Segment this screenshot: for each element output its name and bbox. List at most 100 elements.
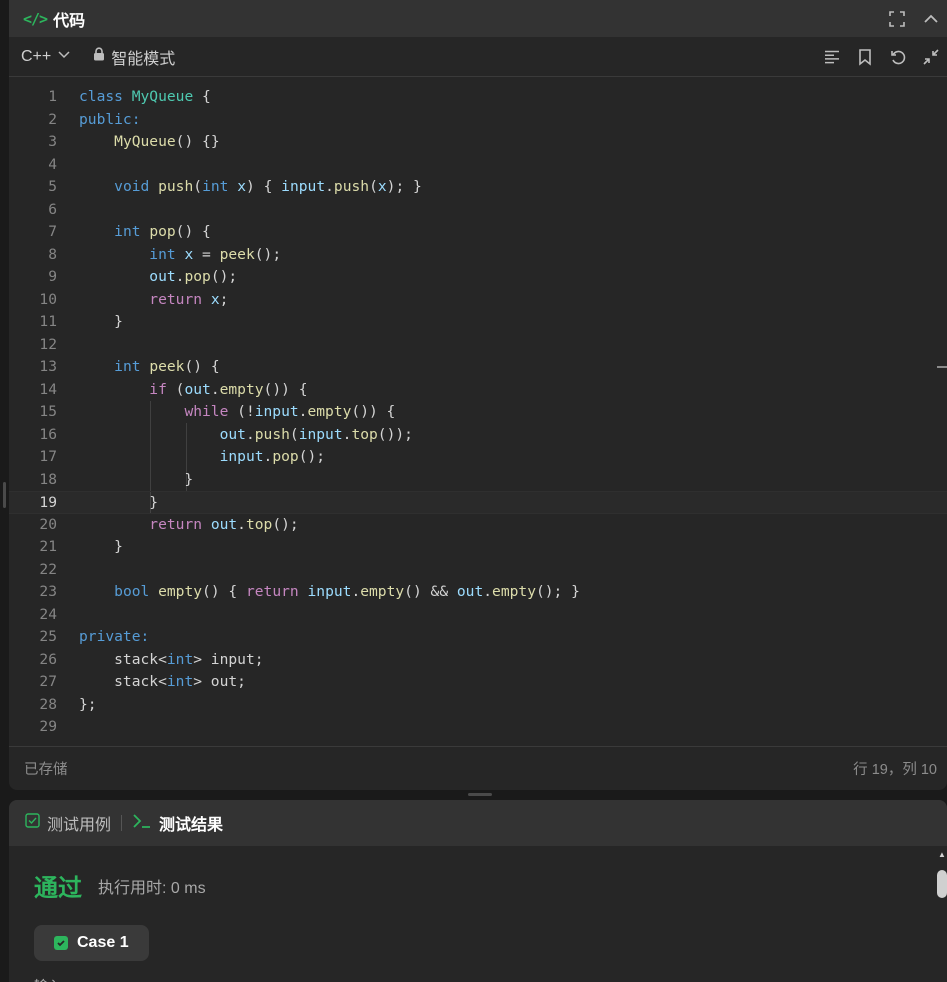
code-line[interactable]: 29 <box>9 716 947 739</box>
tab-test-cases[interactable]: 测试用例 <box>25 811 111 835</box>
mode-indicator[interactable]: 智能模式 <box>93 45 175 69</box>
code-token: push <box>333 178 370 195</box>
fullscreen-icon[interactable] <box>887 9 907 29</box>
code-token: return <box>245 583 299 600</box>
tab-test-results[interactable]: 测试结果 <box>132 811 223 835</box>
code-line[interactable]: 18 } <box>9 469 947 492</box>
code-token: pop <box>184 268 211 285</box>
code-line[interactable]: 28}; <box>9 694 947 717</box>
code-line[interactable]: 22 <box>9 559 947 582</box>
line-number: 4 <box>48 155 57 173</box>
code-token: ( <box>193 178 203 195</box>
code-token: input <box>281 178 326 195</box>
checkbox-icon <box>25 813 40 833</box>
code-line[interactable]: 8 int x = peek(); <box>9 244 947 267</box>
line-number: 14 <box>39 380 57 398</box>
code-line[interactable]: 4 <box>9 154 947 177</box>
code-line[interactable]: 16 out.push(input.top()); <box>9 424 947 447</box>
editor-scrollbar[interactable] <box>937 366 947 368</box>
code-line[interactable]: 24 <box>9 604 947 627</box>
code-token: int <box>166 650 194 668</box>
result-scrollbar[interactable]: ▲ <box>937 850 947 982</box>
code-token: x <box>377 178 387 195</box>
code-line[interactable]: 23 bool empty() { return input.empty() &… <box>9 581 947 604</box>
language-select[interactable]: C++ <box>21 47 71 66</box>
code-line[interactable]: 14 if (out.empty()) { <box>9 379 947 402</box>
code-line[interactable]: 21 } <box>9 536 947 559</box>
code-token: empty <box>219 380 264 398</box>
code-panel: </> 代码 C++ 智能模式 1 class MyQueue {2 publ… <box>9 0 947 790</box>
save-status: 已存储 <box>24 762 68 778</box>
code-line[interactable]: 19 } <box>9 491 947 514</box>
code-line[interactable]: 13 int peek() { <box>9 356 947 379</box>
code-token: top <box>351 425 378 443</box>
line-code: } <box>79 492 158 515</box>
code-token: () && <box>404 583 457 600</box>
code-token: peek <box>219 245 255 263</box>
collapse-panel-icon[interactable] <box>921 9 941 29</box>
code-token: () { <box>184 358 220 375</box>
code-line[interactable]: 6 <box>9 199 947 222</box>
format-code-icon[interactable] <box>822 47 842 67</box>
check-icon <box>54 936 68 950</box>
code-token: { <box>193 88 211 105</box>
code-token: x <box>237 178 247 195</box>
code-lines: 1 class MyQueue {2 public: 3 MyQueue() {} 4 5… <box>9 86 947 739</box>
code-token: int <box>114 358 141 375</box>
reset-icon[interactable] <box>888 47 908 67</box>
code-token: class <box>79 88 123 105</box>
code-panel-title-text: 代码 <box>53 12 86 30</box>
line-number: 19 <box>39 494 57 511</box>
minimize-icon[interactable] <box>921 47 941 67</box>
case-1-button[interactable]: Case 1 <box>34 925 149 961</box>
line-number: 8 <box>48 245 57 263</box>
code-token: ( <box>289 425 299 443</box>
code-line[interactable]: 26 stack<int> input; <box>9 649 947 672</box>
line-number: 25 <box>39 628 57 645</box>
code-line[interactable]: 11 } <box>9 311 947 334</box>
bookmark-icon[interactable] <box>855 47 875 67</box>
line-code: stack<int> input; <box>79 649 263 672</box>
code-line[interactable]: 3 MyQueue() {} <box>9 131 947 154</box>
line-code: private: <box>79 626 149 649</box>
code-token: () { <box>175 223 211 240</box>
code-token: public: <box>79 110 141 128</box>
code-token: pop <box>149 223 176 240</box>
code-line[interactable]: 2 public: <box>9 109 947 132</box>
code-line[interactable]: 5 void push(int x) { input.push(x); } <box>9 176 947 199</box>
code-line[interactable]: 1 class MyQueue { <box>9 86 947 109</box>
side-resize-handle[interactable] <box>3 482 6 508</box>
code-token: () { <box>202 583 246 600</box>
line-code: public: <box>79 109 141 132</box>
scrollbar-thumb[interactable] <box>937 870 947 898</box>
code-token: ()) { <box>351 403 396 420</box>
scroll-up-icon[interactable]: ▲ <box>937 850 947 860</box>
code-line[interactable]: 10 return x; <box>9 289 947 312</box>
code-line[interactable]: 20 return out.top(); <box>9 514 947 537</box>
code-token: empty <box>307 403 352 420</box>
line-code: out.pop(); <box>79 266 237 289</box>
code-token: input <box>298 425 343 443</box>
line-number: 15 <box>39 403 57 420</box>
code-line[interactable]: 15 while (!input.empty()) { <box>9 401 947 424</box>
code-line[interactable]: 27 stack<int> out; <box>9 671 947 694</box>
result-tabs: 测试用例 测试结果 <box>9 800 947 846</box>
code-line[interactable]: 7 int pop() { <box>9 221 947 244</box>
code-line[interactable]: 25 private: <box>9 626 947 649</box>
panel-resize-handle[interactable] <box>468 793 492 796</box>
line-number: 21 <box>39 538 57 555</box>
code-token: ()) { <box>263 380 308 398</box>
code-line[interactable]: 9 out.pop(); <box>9 266 947 289</box>
code-token: } <box>79 313 123 330</box>
line-code: MyQueue() {} <box>79 131 219 154</box>
code-editor[interactable]: 1 class MyQueue {2 public: 3 MyQueue() {} 4 5… <box>9 86 947 746</box>
code-token: } <box>79 538 123 555</box>
line-number: 17 <box>39 448 57 465</box>
code-line[interactable]: 12 <box>9 334 947 357</box>
code-line[interactable]: 17 input.pop(); <box>9 446 947 469</box>
